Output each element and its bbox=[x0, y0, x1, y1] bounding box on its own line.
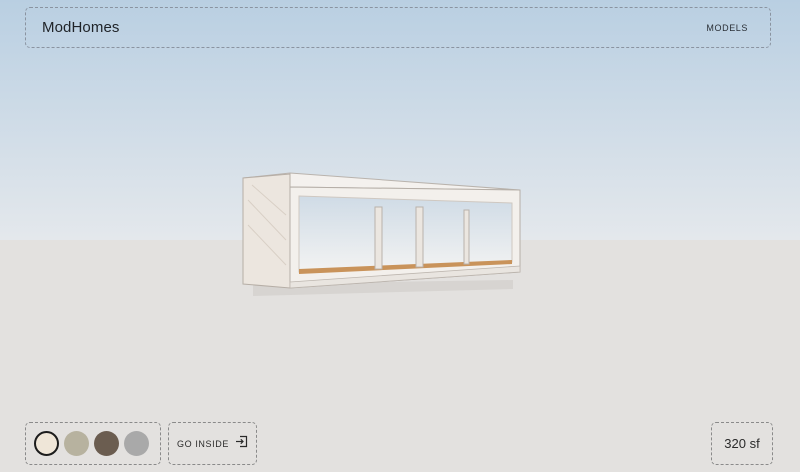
color-swatch-panel bbox=[25, 422, 161, 465]
brand-logo-text[interactable]: ModHomes bbox=[42, 19, 120, 36]
scene-svg bbox=[0, 0, 800, 472]
swatch-stone[interactable] bbox=[64, 431, 89, 456]
house-glazing bbox=[298, 195, 513, 273]
models-nav-link[interactable]: MODELS bbox=[706, 23, 748, 33]
house-end-wall bbox=[242, 173, 291, 289]
go-inside-button[interactable]: GO INSIDE bbox=[168, 422, 257, 465]
mullion bbox=[463, 209, 470, 265]
mullion bbox=[415, 206, 424, 268]
go-inside-label: GO INSIDE bbox=[177, 438, 229, 449]
3d-viewport[interactable] bbox=[0, 0, 800, 472]
mullion bbox=[374, 206, 383, 270]
area-badge: 320 sf bbox=[711, 422, 773, 465]
swatch-brown[interactable] bbox=[94, 431, 119, 456]
top-bar: ModHomes MODELS bbox=[25, 7, 771, 48]
swatch-gray[interactable] bbox=[124, 431, 149, 456]
swatch-cream[interactable] bbox=[34, 431, 59, 456]
enter-icon bbox=[235, 435, 248, 453]
